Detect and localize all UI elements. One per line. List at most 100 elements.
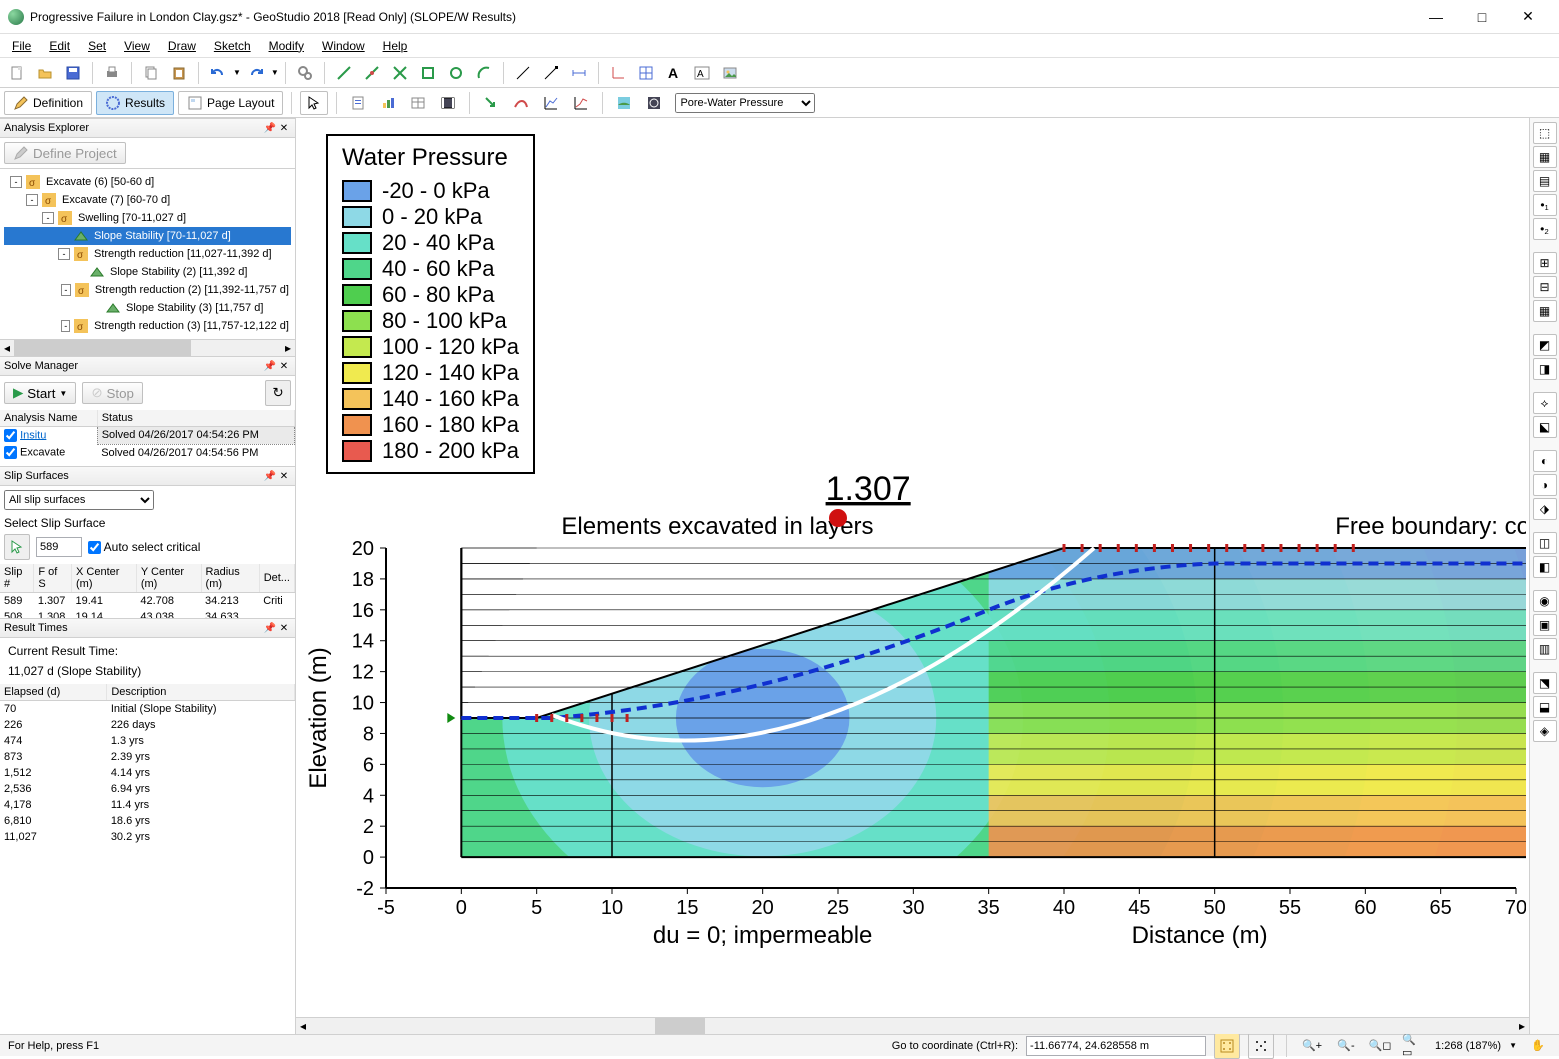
menu-view[interactable]: View — [116, 37, 158, 55]
pin-icon[interactable]: 📌 — [263, 469, 277, 483]
right-tool-button[interactable]: ⬗ — [1533, 498, 1557, 520]
tool-grid[interactable] — [633, 60, 659, 86]
slip-filter-select[interactable]: All slip surfaces — [4, 490, 154, 510]
analysis-tree[interactable]: -σExcavate (6) [50-60 d]-σExcavate (7) [… — [0, 169, 295, 339]
table-row[interactable]: 1,5124.14 yrs — [0, 765, 295, 781]
right-tool-button[interactable]: ◑ — [1533, 474, 1557, 496]
table-row[interactable]: 8732.39 yrs — [0, 749, 295, 765]
right-tool-button[interactable]: ▦ — [1533, 300, 1557, 322]
pagelayout-mode-button[interactable]: Page Layout — [178, 91, 283, 115]
right-tool-button[interactable]: ▤ — [1533, 170, 1557, 192]
tree-item[interactable]: Slope Stability (3) [11,757 d] — [4, 299, 291, 317]
close-panel-icon[interactable]: ✕ — [277, 121, 291, 135]
select-slip-pointer[interactable] — [4, 534, 30, 560]
tool-line[interactable] — [510, 60, 536, 86]
snap-grid-button[interactable] — [1214, 1033, 1240, 1059]
start-button[interactable]: ▶Start▼ — [4, 382, 76, 404]
table-row[interactable]: ExcavateSolved 04/26/2017 04:54:56 PM — [0, 444, 295, 461]
tool-5[interactable] — [443, 60, 469, 86]
tool-handle[interactable] — [538, 60, 564, 86]
column-header[interactable]: Radius (m) — [201, 564, 259, 593]
tool-axis[interactable] — [605, 60, 631, 86]
right-tool-button[interactable]: ◩ — [1533, 334, 1557, 356]
tool-3[interactable] — [387, 60, 413, 86]
column-header[interactable]: Slip # — [0, 564, 34, 593]
table-row[interactable]: 2,5366.94 yrs — [0, 781, 295, 797]
table-row[interactable]: 11,02730.2 yrs — [0, 829, 295, 845]
right-tool-button[interactable]: ▦ — [1533, 146, 1557, 168]
right-tool-button[interactable]: ⬔ — [1533, 672, 1557, 694]
pan-button[interactable]: ✋ — [1525, 1033, 1551, 1059]
table-row[interactable]: 4741.3 yrs — [0, 733, 295, 749]
close-panel-icon[interactable]: ✕ — [277, 359, 291, 373]
right-tool-button[interactable]: ◫ — [1533, 532, 1557, 554]
table-row[interactable]: InsituSolved 04/26/2017 04:54:26 PM — [0, 427, 295, 445]
tree-scrollbar-h[interactable]: ◂▸ — [0, 339, 295, 356]
menu-file[interactable]: File — [4, 37, 39, 55]
column-header[interactable]: Description — [107, 684, 295, 701]
canvas-scrollbar-h[interactable]: ◂▸ — [296, 1017, 1529, 1034]
column-header[interactable]: Status — [97, 410, 294, 427]
tree-item[interactable]: -σExcavate (7) [60-70 d] — [4, 191, 291, 209]
tree-item[interactable]: Slope Stability (4) [12,122 d] — [4, 335, 291, 339]
draw-arrow[interactable] — [478, 90, 504, 116]
right-tool-button[interactable]: ⟡ — [1533, 392, 1557, 414]
result-field-select[interactable]: Pore-Water Pressure — [675, 93, 815, 113]
pin-icon[interactable]: 📌 — [263, 121, 277, 135]
open-file-button[interactable] — [32, 60, 58, 86]
view-3[interactable] — [405, 90, 431, 116]
right-tool-button[interactable]: ▥ — [1533, 638, 1557, 660]
draw-slip[interactable] — [508, 90, 534, 116]
right-tool-button[interactable]: ◐ — [1533, 450, 1557, 472]
table-row[interactable]: 5081.30819.1443.03834.633 — [0, 609, 295, 618]
slip-number-input[interactable] — [36, 537, 82, 557]
close-button[interactable]: ✕ — [1505, 2, 1551, 32]
zoom-extent-button[interactable]: 🔍◻ — [1367, 1033, 1393, 1059]
minimize-button[interactable]: ― — [1413, 2, 1459, 32]
zoom-out-button[interactable]: 🔍- — [1333, 1033, 1359, 1059]
right-tool-button[interactable]: •₁ — [1533, 194, 1557, 216]
column-header[interactable]: Det... — [259, 564, 294, 593]
menu-help[interactable]: Help — [375, 37, 416, 55]
maximize-button[interactable]: □ — [1459, 2, 1505, 32]
save-button[interactable] — [60, 60, 86, 86]
right-tool-button[interactable]: ▣ — [1533, 614, 1557, 636]
right-tool-button[interactable]: ⬚ — [1533, 122, 1557, 144]
tool-2[interactable] — [359, 60, 385, 86]
tree-item[interactable]: -σSwelling [70-11,027 d] — [4, 209, 291, 227]
right-tool-button[interactable]: ⊟ — [1533, 276, 1557, 298]
right-tool-button[interactable]: ⬕ — [1533, 416, 1557, 438]
table-row[interactable]: 226226 days — [0, 717, 295, 733]
menu-modify[interactable]: Modify — [261, 37, 312, 55]
tool-1[interactable] — [331, 60, 357, 86]
pointer-button[interactable] — [300, 91, 328, 115]
auto-select-critical[interactable]: Auto select critical — [88, 540, 200, 554]
right-tool-button[interactable]: ⬓ — [1533, 696, 1557, 718]
tree-item[interactable]: -σStrength reduction [11,027-11,392 d] — [4, 245, 291, 263]
right-tool-button[interactable]: ⊞ — [1533, 252, 1557, 274]
close-panel-icon[interactable]: ✕ — [277, 469, 291, 483]
zoom-window-button[interactable]: 🔍▭ — [1401, 1033, 1427, 1059]
contour-button[interactable] — [611, 90, 637, 116]
tool-image[interactable] — [717, 60, 743, 86]
close-panel-icon[interactable]: ✕ — [277, 621, 291, 635]
menu-window[interactable]: Window — [314, 37, 373, 55]
view-4[interactable] — [435, 90, 461, 116]
solve-button[interactable] — [292, 60, 318, 86]
stop-button[interactable]: ⊘Stop — [82, 382, 143, 404]
draw-graph2[interactable] — [568, 90, 594, 116]
tool-4[interactable] — [415, 60, 441, 86]
tool-text[interactable]: A — [661, 60, 687, 86]
results-mode-button[interactable]: Results — [96, 91, 174, 115]
pin-icon[interactable]: 📌 — [263, 359, 277, 373]
tool-dim[interactable] — [566, 60, 592, 86]
column-header[interactable]: F of S — [34, 564, 72, 593]
draw-graph1[interactable] — [538, 90, 564, 116]
menu-sketch[interactable]: Sketch — [206, 37, 259, 55]
right-tool-button[interactable]: ◉ — [1533, 590, 1557, 612]
right-tool-button[interactable]: ◧ — [1533, 556, 1557, 578]
zoom-in-button[interactable]: 🔍+ — [1299, 1033, 1325, 1059]
pin-icon[interactable]: 📌 — [263, 621, 277, 635]
result-canvas[interactable]: -50510152025303540455055606570-202468101… — [296, 118, 1529, 1034]
column-header[interactable]: X Center (m) — [72, 564, 137, 593]
